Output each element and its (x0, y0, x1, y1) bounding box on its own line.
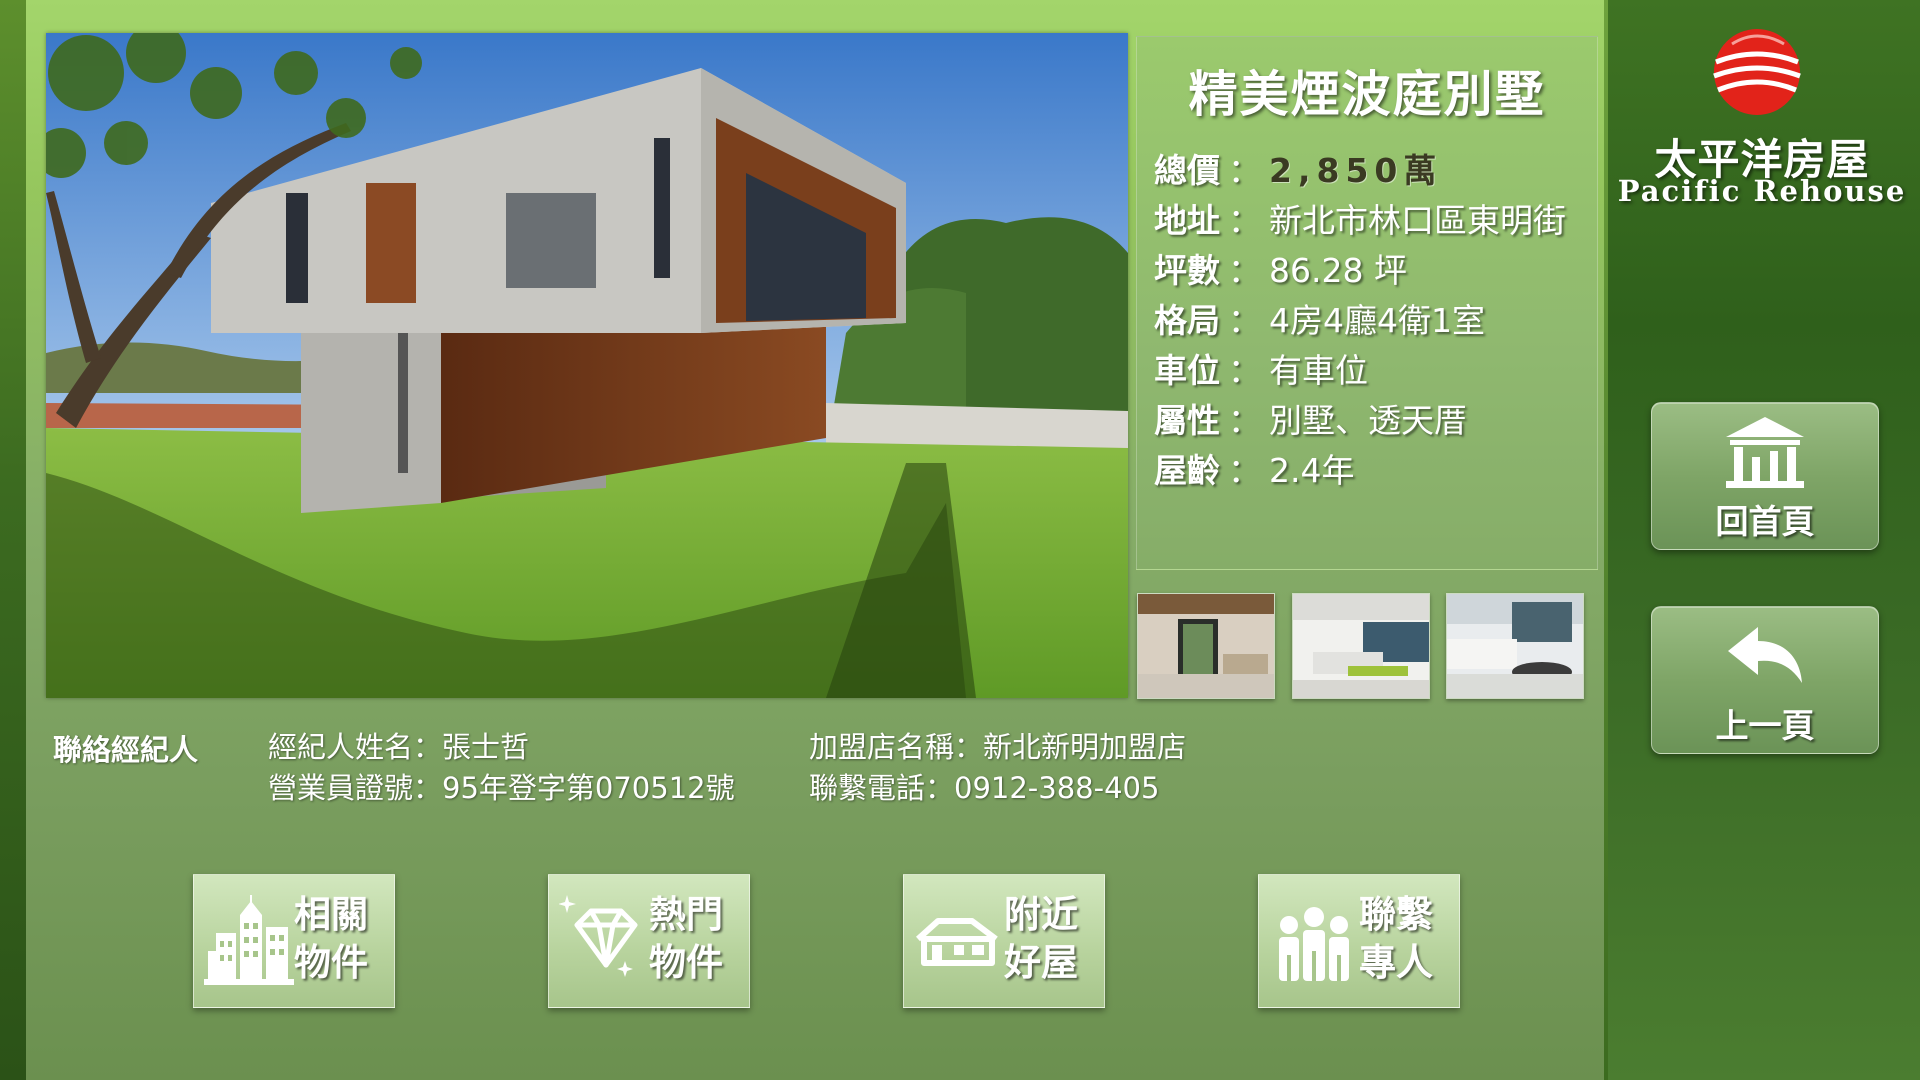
spec-value: 4房4廳4衛1室 (1269, 301, 1485, 340)
spec-total-price: 總價： 2,850萬 (1154, 144, 1442, 192)
back-button-label: 上一頁 (1715, 706, 1815, 745)
spec-separator: ： (1228, 201, 1261, 240)
label-line-2: 專人 (1359, 941, 1433, 984)
spec-separator: ： (1228, 351, 1261, 390)
photo-thumbnail-2[interactable] (1292, 593, 1430, 699)
left-edge-bar (0, 0, 26, 1080)
spec-value: 2.4年 (1269, 451, 1355, 490)
diamond-icon (559, 895, 638, 977)
contact-agent-button[interactable]: 聯繫 專人 (1258, 874, 1460, 1008)
spec-label: 屬性 (1154, 401, 1220, 440)
house-icon (915, 918, 998, 966)
agent-store: 加盟店名稱：新北新明加盟店 (809, 730, 1187, 764)
spec-label: 屋齡 (1154, 451, 1220, 490)
agent-phone: 聯繫電話：0912-388-405 (809, 771, 1160, 805)
photo-thumbnail-1[interactable] (1137, 593, 1275, 699)
back-button[interactable]: 上一頁 (1651, 606, 1879, 754)
kiosk-screen: 精美煙波庭別墅 總價： 2,850萬 地址：新北市林口區東明街 坪數： 86.28 … (0, 0, 1920, 1080)
hot-listings-button[interactable]: 熱門 物件 (548, 874, 750, 1008)
spec-value: 新北市林口區東明街 (1269, 201, 1566, 240)
agent-license: 營業員證號：95年登字第070512號 (268, 771, 735, 805)
home-button-label: 回首頁 (1715, 502, 1815, 541)
people-icon (1279, 907, 1349, 981)
contact-agent-label: 聯繫 專人 (1359, 891, 1451, 987)
label-line-2: 物件 (649, 941, 723, 984)
spec-value: 2,850萬 (1269, 151, 1443, 190)
spec-label: 車位 (1154, 351, 1220, 390)
related-listings-label: 相關 物件 (294, 891, 386, 987)
spec-separator: ： (1228, 251, 1261, 290)
brand-name-english: Pacific Rehouse (1617, 174, 1907, 208)
label-line-1: 聯繫 (1359, 893, 1433, 936)
spec-parking: 車位：有車位 (1154, 344, 1368, 392)
property-title: 精美煙波庭別墅 (1188, 66, 1546, 123)
spec-value: 86.28 坪 (1269, 251, 1407, 290)
pacific-rehouse-logo-icon (1713, 29, 1801, 115)
spec-area: 坪數： 86.28 坪 (1154, 244, 1407, 292)
related-listings-button[interactable]: 相關 物件 (193, 874, 395, 1008)
back-arrow-icon (1728, 627, 1802, 683)
hot-listings-label: 熱門 物件 (649, 891, 741, 987)
spec-type: 屬性：別墅、透天厝 (1154, 394, 1467, 442)
property-main-photo (46, 33, 1128, 698)
home-button[interactable]: 回首頁 (1651, 402, 1879, 550)
label-line-1: 相關 (294, 893, 368, 936)
agent-name: 經紀人姓名：張士哲 (268, 730, 530, 764)
spec-label: 格局 (1154, 301, 1220, 340)
spec-label: 地址 (1154, 201, 1220, 240)
spec-value: 別墅、透天厝 (1269, 401, 1467, 440)
spec-label: 總價 (1154, 151, 1220, 190)
spec-layout: 格局： 4房4廳4衛1室 (1154, 294, 1485, 342)
spec-separator: ： (1228, 151, 1261, 190)
contact-agent-heading: 聯絡經紀人 (53, 733, 199, 767)
building-icon (204, 895, 294, 985)
label-line-1: 熱門 (649, 893, 723, 936)
spec-address: 地址：新北市林口區東明街 (1154, 194, 1566, 242)
spec-value: 有車位 (1269, 351, 1368, 390)
label-line-1: 附近 (1004, 893, 1078, 936)
home-building-icon (1726, 417, 1804, 488)
nearby-homes-button[interactable]: 附近 好屋 (903, 874, 1105, 1008)
spec-separator: ： (1228, 401, 1261, 440)
photo-thumbnail-3[interactable] (1446, 593, 1584, 699)
nearby-homes-label: 附近 好屋 (1004, 891, 1096, 987)
label-line-2: 物件 (294, 941, 368, 984)
spec-age: 屋齡： 2.4年 (1154, 444, 1354, 492)
spec-label: 坪數 (1154, 251, 1220, 290)
spec-separator: ： (1228, 301, 1261, 340)
spec-separator: ： (1228, 451, 1261, 490)
label-line-2: 好屋 (1004, 941, 1078, 984)
